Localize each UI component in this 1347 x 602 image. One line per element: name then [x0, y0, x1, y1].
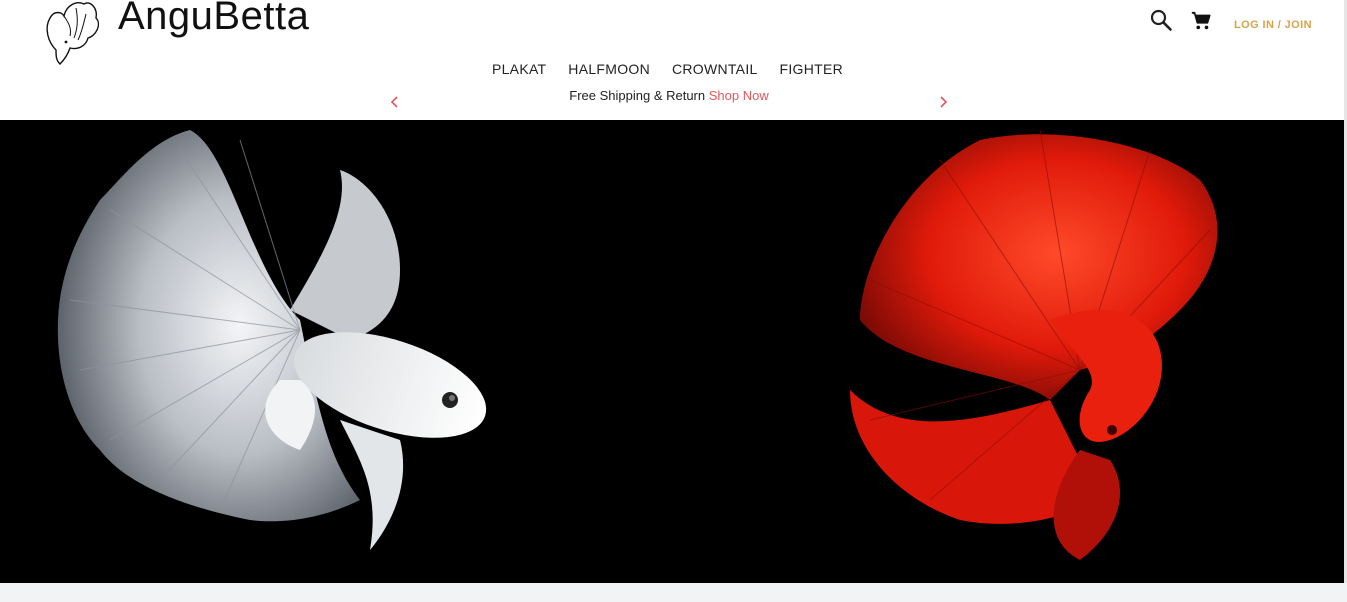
promo-banner: Free Shipping & Return Shop Now: [0, 88, 1338, 103]
search-icon[interactable]: [1149, 8, 1173, 32]
site-header: AnguBetta LOG IN / JOIN PLAKAT HALFMOON …: [0, 0, 1347, 120]
betta-fish-logo-icon[interactable]: [42, 0, 102, 68]
silver-betta-fish: [57, 130, 487, 550]
login-join-link[interactable]: LOG IN / JOIN: [1234, 19, 1312, 31]
nav-item-fighter[interactable]: FIGHTER: [780, 61, 844, 77]
hero-betta-image: [57, 129, 1218, 560]
shop-now-link[interactable]: Shop Now: [709, 88, 769, 103]
page-bottom-strip: [0, 583, 1347, 602]
red-betta-fish: [850, 129, 1218, 560]
promo-text: Free Shipping & Return: [569, 88, 706, 103]
cart-icon[interactable]: [1190, 10, 1212, 32]
nav-item-plakat[interactable]: PLAKAT: [492, 61, 546, 77]
nav-item-halfmoon[interactable]: HALFMOON: [568, 61, 650, 77]
nav-item-crowntail[interactable]: CROWNTAIL: [672, 61, 758, 77]
hero-banner[interactable]: [0, 120, 1344, 583]
chevron-right-icon[interactable]: [938, 94, 950, 110]
main-nav: PLAKAT HALFMOON CROWNTAIL FIGHTER: [0, 61, 1347, 77]
brand-name[interactable]: AnguBetta: [118, 0, 309, 44]
